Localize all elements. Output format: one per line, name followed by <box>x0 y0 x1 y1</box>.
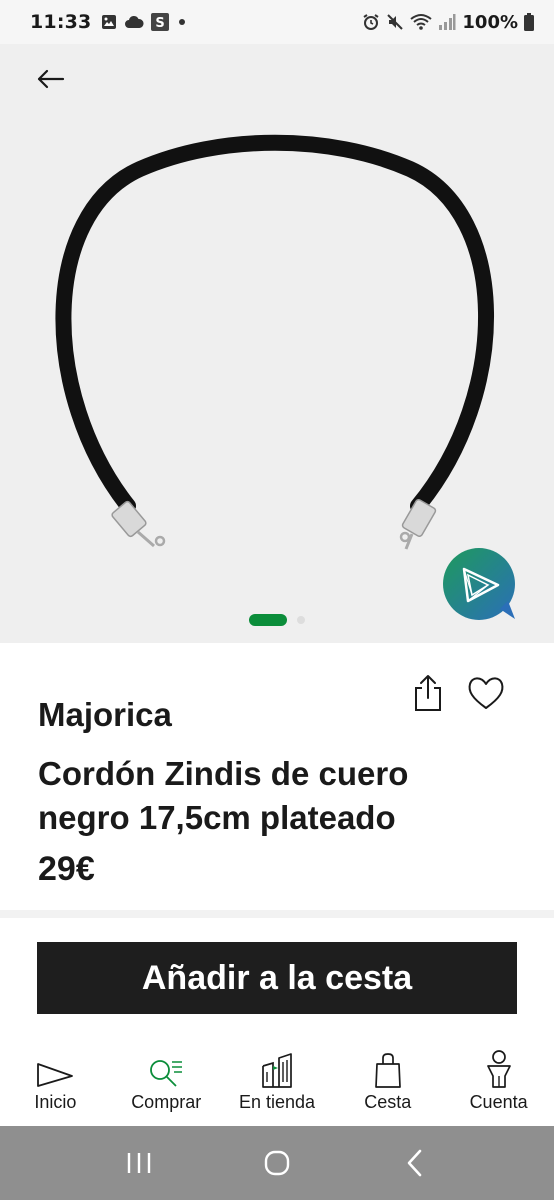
cloud-icon <box>125 15 145 28</box>
add-to-cart-button[interactable]: Añadir a la cesta <box>37 942 517 1014</box>
battery-percent: 100% <box>462 11 518 33</box>
nav-item-comprar[interactable]: Comprar <box>111 1048 222 1126</box>
system-navigation-bar <box>0 1126 554 1200</box>
section-divider <box>0 910 554 918</box>
s-app-icon: S <box>151 13 170 31</box>
status-bar: 11:33 S 100% <box>0 0 554 44</box>
home-circle-icon <box>264 1150 290 1176</box>
pagination-dot-active[interactable] <box>249 614 287 626</box>
recent-apps-button[interactable] <box>114 1138 164 1188</box>
gallery-pagination <box>0 614 554 626</box>
system-back-button[interactable] <box>390 1138 440 1188</box>
product-price: 29€ <box>38 850 95 888</box>
product-brand[interactable]: Majorica <box>38 696 172 734</box>
product-title: Cordón Zindis de cuero negro 17,5cm plat… <box>38 755 409 836</box>
favorite-button[interactable] <box>466 674 506 712</box>
back-button[interactable] <box>30 64 70 94</box>
nav-item-cesta[interactable]: Cesta <box>332 1048 443 1126</box>
wifi-icon <box>410 14 433 30</box>
arrow-left-icon <box>37 69 65 89</box>
share-icon <box>415 675 441 711</box>
nav-item-en-tienda[interactable]: En tienda <box>222 1048 333 1126</box>
nav-label-cesta: Cesta <box>364 1092 412 1112</box>
nav-label-cuenta: Cuenta <box>469 1092 528 1112</box>
product-info: Majorica Cordón Zindis de cuero negro 17… <box>0 652 554 910</box>
recent-apps-icon <box>127 1153 151 1173</box>
clasp-left <box>111 500 166 548</box>
bottom-navigation: Inicio Comprar En tienda Cesta Cuenta <box>0 1048 554 1126</box>
home-button[interactable] <box>252 1138 302 1188</box>
user-icon <box>486 1050 511 1088</box>
status-time: 11:33 <box>30 11 92 33</box>
gallery-icon <box>102 15 117 29</box>
svg-text:S: S <box>156 16 165 31</box>
signal-icon <box>439 14 456 30</box>
battery-icon <box>524 13 534 31</box>
nav-item-cuenta[interactable]: Cuenta <box>443 1048 554 1126</box>
home-flag-icon <box>37 1063 74 1087</box>
search-list-icon <box>150 1060 183 1087</box>
nav-label-comprar: Comprar <box>131 1092 202 1112</box>
alarm-icon <box>363 14 379 30</box>
mute-icon <box>387 14 404 30</box>
dot-icon <box>179 19 186 25</box>
status-notification-icons: S <box>101 13 188 31</box>
leather-cord <box>55 134 494 514</box>
shopping-bag-icon <box>374 1053 401 1088</box>
product-image <box>55 134 494 550</box>
status-system-icons: 100% <box>362 12 534 33</box>
store-building-icon <box>262 1053 292 1088</box>
pagination-dot[interactable] <box>297 616 305 624</box>
product-gallery[interactable] <box>0 44 554 643</box>
clasp-right <box>399 498 437 550</box>
share-button[interactable] <box>410 672 446 714</box>
nav-label-en-tienda: En tienda <box>238 1092 316 1112</box>
chevron-left-icon <box>407 1149 422 1177</box>
nav-label-inicio: Inicio <box>34 1092 77 1112</box>
nav-item-inicio[interactable]: Inicio <box>0 1048 111 1126</box>
heart-icon <box>468 677 504 709</box>
